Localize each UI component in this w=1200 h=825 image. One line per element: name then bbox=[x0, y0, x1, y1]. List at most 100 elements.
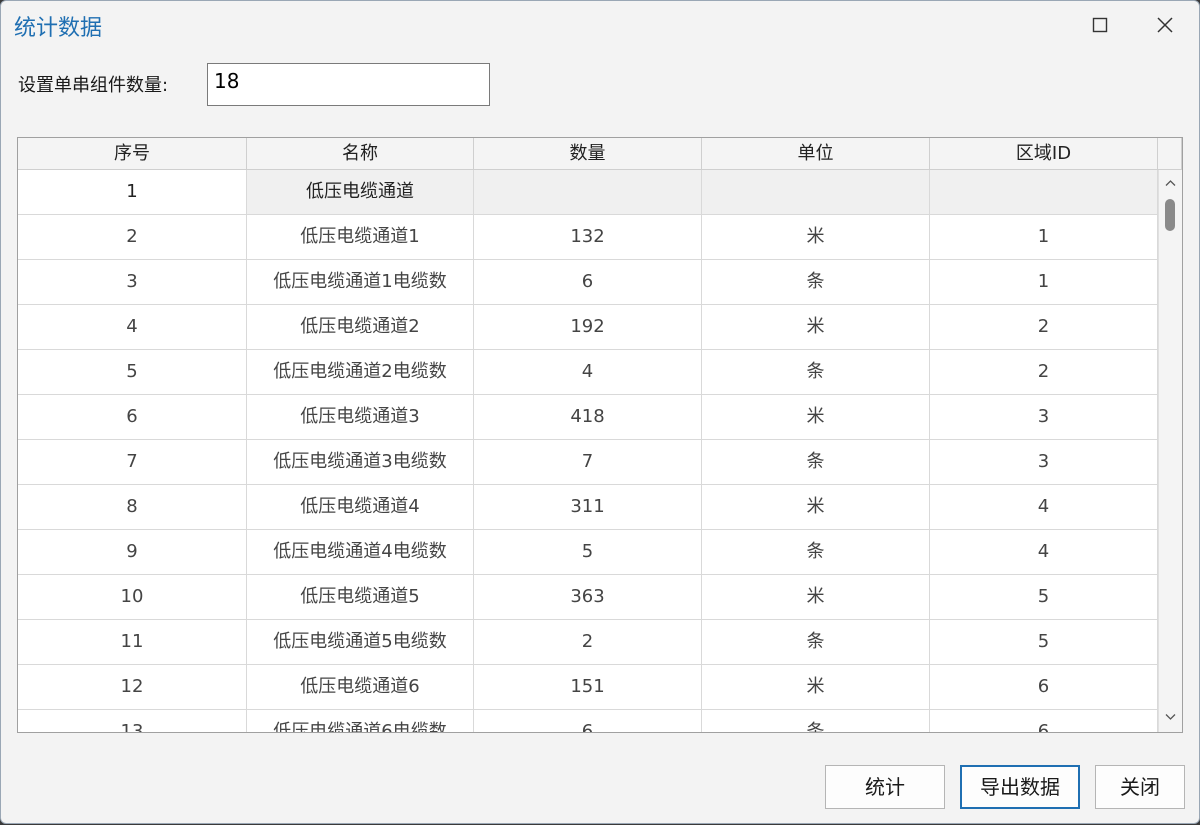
table-row[interactable]: 6 低压电缆通道3 418 米 3 bbox=[18, 395, 1158, 440]
cell-index[interactable]: 3 bbox=[18, 260, 247, 305]
table-row[interactable]: 9 低压电缆通道4电缆数 5 条 4 bbox=[18, 530, 1158, 575]
cell-unit[interactable]: 条 bbox=[702, 260, 930, 305]
cell-name[interactable]: 低压电缆通道4电缆数 bbox=[247, 530, 474, 575]
cell-quantity[interactable]: 4 bbox=[474, 350, 702, 395]
cell-unit[interactable]: 条 bbox=[702, 710, 930, 732]
column-header-name[interactable]: 名称 bbox=[247, 138, 474, 170]
cell-name[interactable]: 低压电缆通道3电缆数 bbox=[247, 440, 474, 485]
scroll-thumb[interactable] bbox=[1165, 199, 1175, 231]
cell-unit[interactable]: 条 bbox=[702, 530, 930, 575]
quantity-label: 设置单串组件数量: bbox=[18, 75, 169, 96]
cell-index[interactable]: 13 bbox=[18, 710, 247, 732]
quantity-input[interactable]: 18 bbox=[207, 63, 490, 106]
cell-region-id[interactable]: 4 bbox=[930, 485, 1158, 530]
cell-quantity[interactable] bbox=[474, 170, 702, 215]
cell-index[interactable]: 1 bbox=[18, 170, 247, 215]
cell-name[interactable]: 低压电缆通道2 bbox=[247, 305, 474, 350]
table-row[interactable]: 10 低压电缆通道5 363 米 5 bbox=[18, 575, 1158, 620]
cell-region-id[interactable]: 5 bbox=[930, 575, 1158, 620]
cell-region-id[interactable]: 4 bbox=[930, 530, 1158, 575]
cell-unit[interactable]: 米 bbox=[702, 485, 930, 530]
cell-quantity[interactable]: 7 bbox=[474, 440, 702, 485]
cell-unit[interactable]: 条 bbox=[702, 620, 930, 665]
table-row[interactable]: 1 低压电缆通道 bbox=[18, 170, 1158, 215]
cell-unit[interactable]: 米 bbox=[702, 395, 930, 440]
table-row[interactable]: 7 低压电缆通道3电缆数 7 条 3 bbox=[18, 440, 1158, 485]
statistics-dialog: 统计数据 设置单串组件数量: 18 序号 名称 数量 单位 区域ID 1 低压电… bbox=[0, 0, 1200, 824]
cell-quantity[interactable]: 132 bbox=[474, 215, 702, 260]
statistics-button[interactable]: 统计 bbox=[825, 765, 945, 809]
column-header-index[interactable]: 序号 bbox=[18, 138, 247, 170]
cell-quantity[interactable]: 2 bbox=[474, 620, 702, 665]
table-row[interactable]: 4 低压电缆通道2 192 米 2 bbox=[18, 305, 1158, 350]
cell-index[interactable]: 2 bbox=[18, 215, 247, 260]
cell-region-id[interactable]: 6 bbox=[930, 710, 1158, 732]
cell-unit[interactable] bbox=[702, 170, 930, 215]
cell-unit[interactable]: 条 bbox=[702, 350, 930, 395]
quantity-input-value: 18 bbox=[214, 69, 240, 93]
cell-index[interactable]: 7 bbox=[18, 440, 247, 485]
cell-quantity[interactable]: 6 bbox=[474, 710, 702, 732]
cell-unit[interactable]: 条 bbox=[702, 440, 930, 485]
close-window-button[interactable] bbox=[1133, 1, 1197, 49]
cell-name[interactable]: 低压电缆通道4 bbox=[247, 485, 474, 530]
dialog-title: 统计数据 bbox=[14, 16, 103, 41]
cell-name[interactable]: 低压电缆通道6 bbox=[247, 665, 474, 710]
table-row[interactable]: 2 低压电缆通道1 132 米 1 bbox=[18, 215, 1158, 260]
cell-quantity[interactable]: 363 bbox=[474, 575, 702, 620]
cell-region-id[interactable]: 2 bbox=[930, 305, 1158, 350]
chevron-down-icon bbox=[1165, 714, 1176, 720]
scroll-up-button[interactable] bbox=[1159, 174, 1182, 194]
table-row[interactable]: 12 低压电缆通道6 151 米 6 bbox=[18, 665, 1158, 710]
close-button[interactable]: 关闭 bbox=[1095, 765, 1185, 809]
cell-region-id[interactable] bbox=[930, 170, 1158, 215]
cell-unit[interactable]: 米 bbox=[702, 215, 930, 260]
cell-index[interactable]: 10 bbox=[18, 575, 247, 620]
cell-quantity[interactable]: 192 bbox=[474, 305, 702, 350]
table-row[interactable]: 8 低压电缆通道4 311 米 4 bbox=[18, 485, 1158, 530]
column-header-unit[interactable]: 单位 bbox=[702, 138, 930, 170]
cell-quantity[interactable]: 151 bbox=[474, 665, 702, 710]
cell-name[interactable]: 低压电缆通道6电缆数 bbox=[247, 710, 474, 732]
cell-unit[interactable]: 米 bbox=[702, 575, 930, 620]
cell-name[interactable]: 低压电缆通道2电缆数 bbox=[247, 350, 474, 395]
export-data-button[interactable]: 导出数据 bbox=[960, 765, 1080, 809]
cell-region-id[interactable]: 1 bbox=[930, 215, 1158, 260]
cell-quantity[interactable]: 6 bbox=[474, 260, 702, 305]
cell-index[interactable]: 5 bbox=[18, 350, 247, 395]
chevron-up-icon bbox=[1165, 180, 1176, 186]
cell-unit[interactable]: 米 bbox=[702, 665, 930, 710]
cell-name[interactable]: 低压电缆通道 bbox=[247, 170, 474, 215]
cell-region-id[interactable]: 5 bbox=[930, 620, 1158, 665]
table-row[interactable]: 5 低压电缆通道2电缆数 4 条 2 bbox=[18, 350, 1158, 395]
cell-name[interactable]: 低压电缆通道1电缆数 bbox=[247, 260, 474, 305]
cell-region-id[interactable]: 6 bbox=[930, 665, 1158, 710]
cell-region-id[interactable]: 3 bbox=[930, 440, 1158, 485]
cell-region-id[interactable]: 2 bbox=[930, 350, 1158, 395]
cell-name[interactable]: 低压电缆通道5 bbox=[247, 575, 474, 620]
cell-index[interactable]: 9 bbox=[18, 530, 247, 575]
vertical-scrollbar[interactable] bbox=[1158, 170, 1182, 732]
table-row[interactable]: 11 低压电缆通道5电缆数 2 条 5 bbox=[18, 620, 1158, 665]
cell-unit[interactable]: 米 bbox=[702, 305, 930, 350]
cell-index[interactable]: 12 bbox=[18, 665, 247, 710]
table-row[interactable]: 3 低压电缆通道1电缆数 6 条 1 bbox=[18, 260, 1158, 305]
cell-quantity[interactable]: 311 bbox=[474, 485, 702, 530]
column-header-region-id[interactable]: 区域ID bbox=[930, 138, 1158, 170]
maximize-button[interactable] bbox=[1068, 1, 1132, 49]
cell-index[interactable]: 8 bbox=[18, 485, 247, 530]
table-row[interactable]: 13 低压电缆通道6电缆数 6 条 6 bbox=[18, 710, 1158, 732]
cell-name[interactable]: 低压电缆通道3 bbox=[247, 395, 474, 440]
cell-region-id[interactable]: 3 bbox=[930, 395, 1158, 440]
cell-name[interactable]: 低压电缆通道1 bbox=[247, 215, 474, 260]
cell-name[interactable]: 低压电缆通道5电缆数 bbox=[247, 620, 474, 665]
cell-quantity[interactable]: 5 bbox=[474, 530, 702, 575]
scroll-down-button[interactable] bbox=[1159, 708, 1182, 728]
cell-quantity[interactable]: 418 bbox=[474, 395, 702, 440]
column-header-quantity[interactable]: 数量 bbox=[474, 138, 702, 170]
table-header: 序号 名称 数量 单位 区域ID bbox=[18, 138, 1182, 170]
cell-region-id[interactable]: 1 bbox=[930, 260, 1158, 305]
cell-index[interactable]: 11 bbox=[18, 620, 247, 665]
cell-index[interactable]: 6 bbox=[18, 395, 247, 440]
cell-index[interactable]: 4 bbox=[18, 305, 247, 350]
